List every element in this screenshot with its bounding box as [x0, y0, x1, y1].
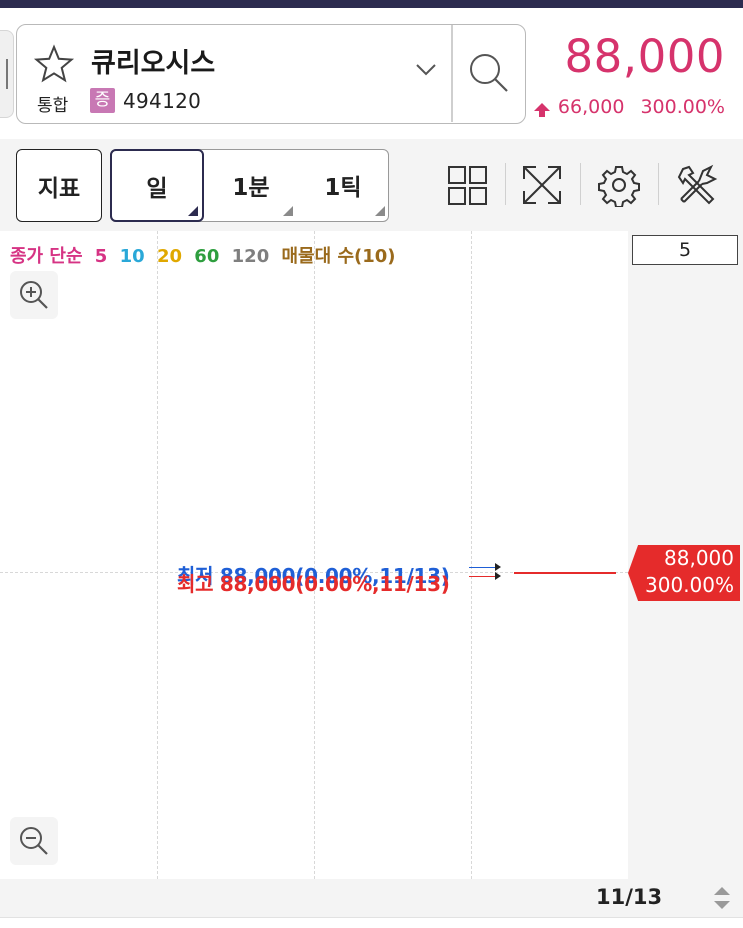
- change-percent: 300.00%: [640, 96, 725, 118]
- price-tag-value: 88,000: [664, 546, 734, 570]
- chart-toolbar: 지표 일 1분 1틱: [0, 139, 743, 231]
- corner-dropdown-icon: [375, 206, 385, 216]
- search-button[interactable]: [453, 25, 525, 122]
- chart-legend[interactable]: 종가 단순 5 10 20 60 120 매물대 수(10): [10, 242, 396, 268]
- corner-dropdown-icon: [283, 206, 293, 216]
- current-price-tag: 88,000 300.00%: [628, 545, 740, 601]
- grid-line: [157, 231, 158, 879]
- zoom-out-button[interactable]: [10, 817, 58, 865]
- low-arrow-icon: [469, 563, 501, 571]
- legend-ma60: 60: [194, 246, 220, 267]
- period-selector: 일 1분 1틱: [110, 149, 389, 222]
- highest-price-annotation: 최고 88,000(0.00%,11/13): [177, 572, 450, 596]
- current-price-line: [514, 572, 616, 574]
- market-label: 통합: [37, 96, 69, 116]
- up-arrow-icon: [533, 103, 550, 117]
- price-chart[interactable]: 종가 단순 5 10 20 60 120 매물대 수(10) 5 최저 88,0…: [0, 231, 743, 879]
- toolbar-separator: [505, 163, 506, 205]
- date-axis[interactable]: 11/13: [0, 879, 743, 917]
- tools-icon[interactable]: [675, 163, 719, 207]
- legend-ma-type: 종가 단순: [10, 246, 83, 267]
- period-1tick-button[interactable]: 1틱: [297, 150, 389, 220]
- corner-dropdown-icon: [188, 206, 198, 216]
- date-label: 11/13: [596, 885, 663, 909]
- legend-volume-profile: 매물대 수(10): [281, 246, 396, 267]
- star-icon[interactable]: [33, 43, 75, 85]
- settings-gear-icon[interactable]: [597, 163, 641, 207]
- legend-ma20: 20: [156, 246, 183, 267]
- high-arrow-icon: [469, 572, 501, 580]
- period-daily-button[interactable]: 일: [110, 149, 204, 222]
- grid-layout-icon[interactable]: [446, 163, 490, 207]
- current-price: 88,000: [564, 30, 725, 83]
- stock-selector[interactable]: 큐리오시스 통합 증 494120: [16, 24, 526, 124]
- grid-line: [314, 231, 315, 879]
- period-1tick-label: 1틱: [324, 175, 362, 201]
- period-daily-label: 일: [146, 175, 168, 202]
- top-status-bar: [0, 0, 743, 8]
- change-amount: 66,000: [557, 96, 625, 118]
- price-change: 66,000 300.00%: [533, 96, 725, 118]
- grid-line: [471, 231, 472, 879]
- period-1min-label: 1분: [232, 175, 270, 201]
- bar-count-input[interactable]: 5: [632, 235, 738, 265]
- scroll-arrows-icon[interactable]: [711, 883, 733, 913]
- chevron-down-icon[interactable]: [415, 63, 437, 77]
- zoom-out-icon: [20, 827, 48, 855]
- legend-ma10: 10: [119, 246, 145, 267]
- stock-code: 494120: [123, 89, 202, 113]
- bottom-strip: [0, 917, 743, 928]
- side-panel-handle[interactable]: [0, 30, 14, 118]
- search-icon: [470, 54, 508, 92]
- zoom-in-icon: [20, 281, 48, 309]
- toolbar-separator: [580, 163, 581, 205]
- legend-ma120: 120: [231, 246, 270, 267]
- expand-icon[interactable]: [520, 163, 564, 207]
- zoom-in-button[interactable]: [10, 271, 58, 319]
- toolbar-separator: [658, 163, 659, 205]
- legend-ma5: 5: [94, 246, 108, 267]
- stock-type-badge: 증: [90, 88, 115, 113]
- stock-name: 큐리오시스: [91, 48, 216, 79]
- price-tag-percent: 300.00%: [645, 573, 734, 597]
- period-1min-button[interactable]: 1분: [205, 150, 297, 220]
- indicator-button[interactable]: 지표: [16, 149, 102, 222]
